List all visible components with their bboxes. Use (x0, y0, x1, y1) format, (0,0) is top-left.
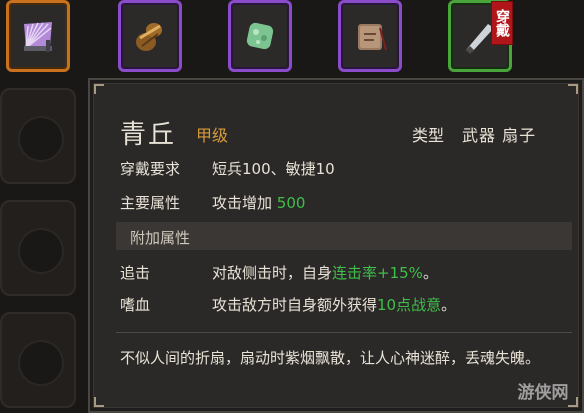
fan-icon (16, 14, 60, 58)
empty-slot[interactable] (0, 312, 76, 408)
requirement-value: 短兵100、敏捷10 (212, 160, 335, 178)
jade-icon (238, 14, 282, 58)
extra-highlight: 连击率+15% (332, 264, 423, 282)
inventory-slot-blade[interactable]: 穿戴 (448, 0, 513, 72)
extra-attribute-desc: 攻击敌方时自身额外获得10点战意。 (212, 294, 456, 315)
corner-ornament (94, 84, 104, 94)
scroll-icon (348, 14, 392, 58)
inventory-slot-scroll[interactable] (338, 0, 402, 72)
watermark-logo: 游侠网 (517, 382, 569, 403)
extra-text-after: 。 (422, 264, 438, 282)
item-tooltip: 青丘 甲级 类型 武器 扇子 穿戴要求 短兵100、敏捷10 主要属性 攻击增加… (88, 78, 584, 413)
slot-placeholder-icon (18, 116, 64, 162)
inventory-slot-gourd[interactable] (118, 0, 182, 72)
item-name: 青丘 (120, 120, 177, 150)
empty-slot[interactable] (0, 88, 76, 184)
equipped-tag: 穿戴 (491, 1, 513, 45)
item-type-value: 武器 扇子 (462, 126, 537, 145)
item-grade: 甲级 (196, 126, 229, 145)
extra-attribute-name: 嗜血 (120, 296, 151, 314)
item-description: 不似人间的折扇，扇动时紫烟飘散，让人心神迷醉，丢魂失魄。 (120, 349, 541, 367)
main-attribute-number: 500 (276, 194, 306, 212)
item-type-label: 类型 (412, 126, 445, 145)
slot-placeholder-icon (18, 340, 64, 386)
extra-attribute-desc: 对敌侧击时，自身连击率+15%。 (212, 262, 438, 283)
corner-ornament (94, 397, 104, 407)
extra-text-after: 。 (441, 296, 457, 314)
extra-attribute-name: 追击 (120, 264, 151, 282)
inventory-slot-jade[interactable] (228, 0, 292, 72)
extra-highlight: 10点战意 (377, 296, 442, 314)
inventory-slot-fan[interactable] (6, 0, 70, 72)
corner-ornament (568, 84, 578, 94)
empty-slot[interactable] (0, 200, 76, 296)
main-attribute-label: 主要属性 (120, 194, 181, 212)
requirement-label: 穿戴要求 (120, 160, 181, 178)
slot-placeholder-icon (18, 228, 64, 274)
gourd-icon (128, 14, 172, 58)
main-attribute-value: 攻击增加 500 (212, 192, 305, 213)
main-attribute-text: 攻击增加 (212, 194, 277, 212)
extra-attributes-header: 附加属性 (116, 222, 572, 250)
extra-text-before: 对敌侧击时，自身 (212, 264, 333, 282)
extra-text-before: 攻击敌方时自身额外获得 (212, 296, 378, 314)
divider (116, 332, 572, 333)
extra-attributes-title: 附加属性 (130, 229, 191, 247)
game-screen: 穿戴 青丘 甲级 类型 武器 扇子 穿戴要求 短兵100、敏捷10 主要属性 攻… (0, 0, 584, 413)
